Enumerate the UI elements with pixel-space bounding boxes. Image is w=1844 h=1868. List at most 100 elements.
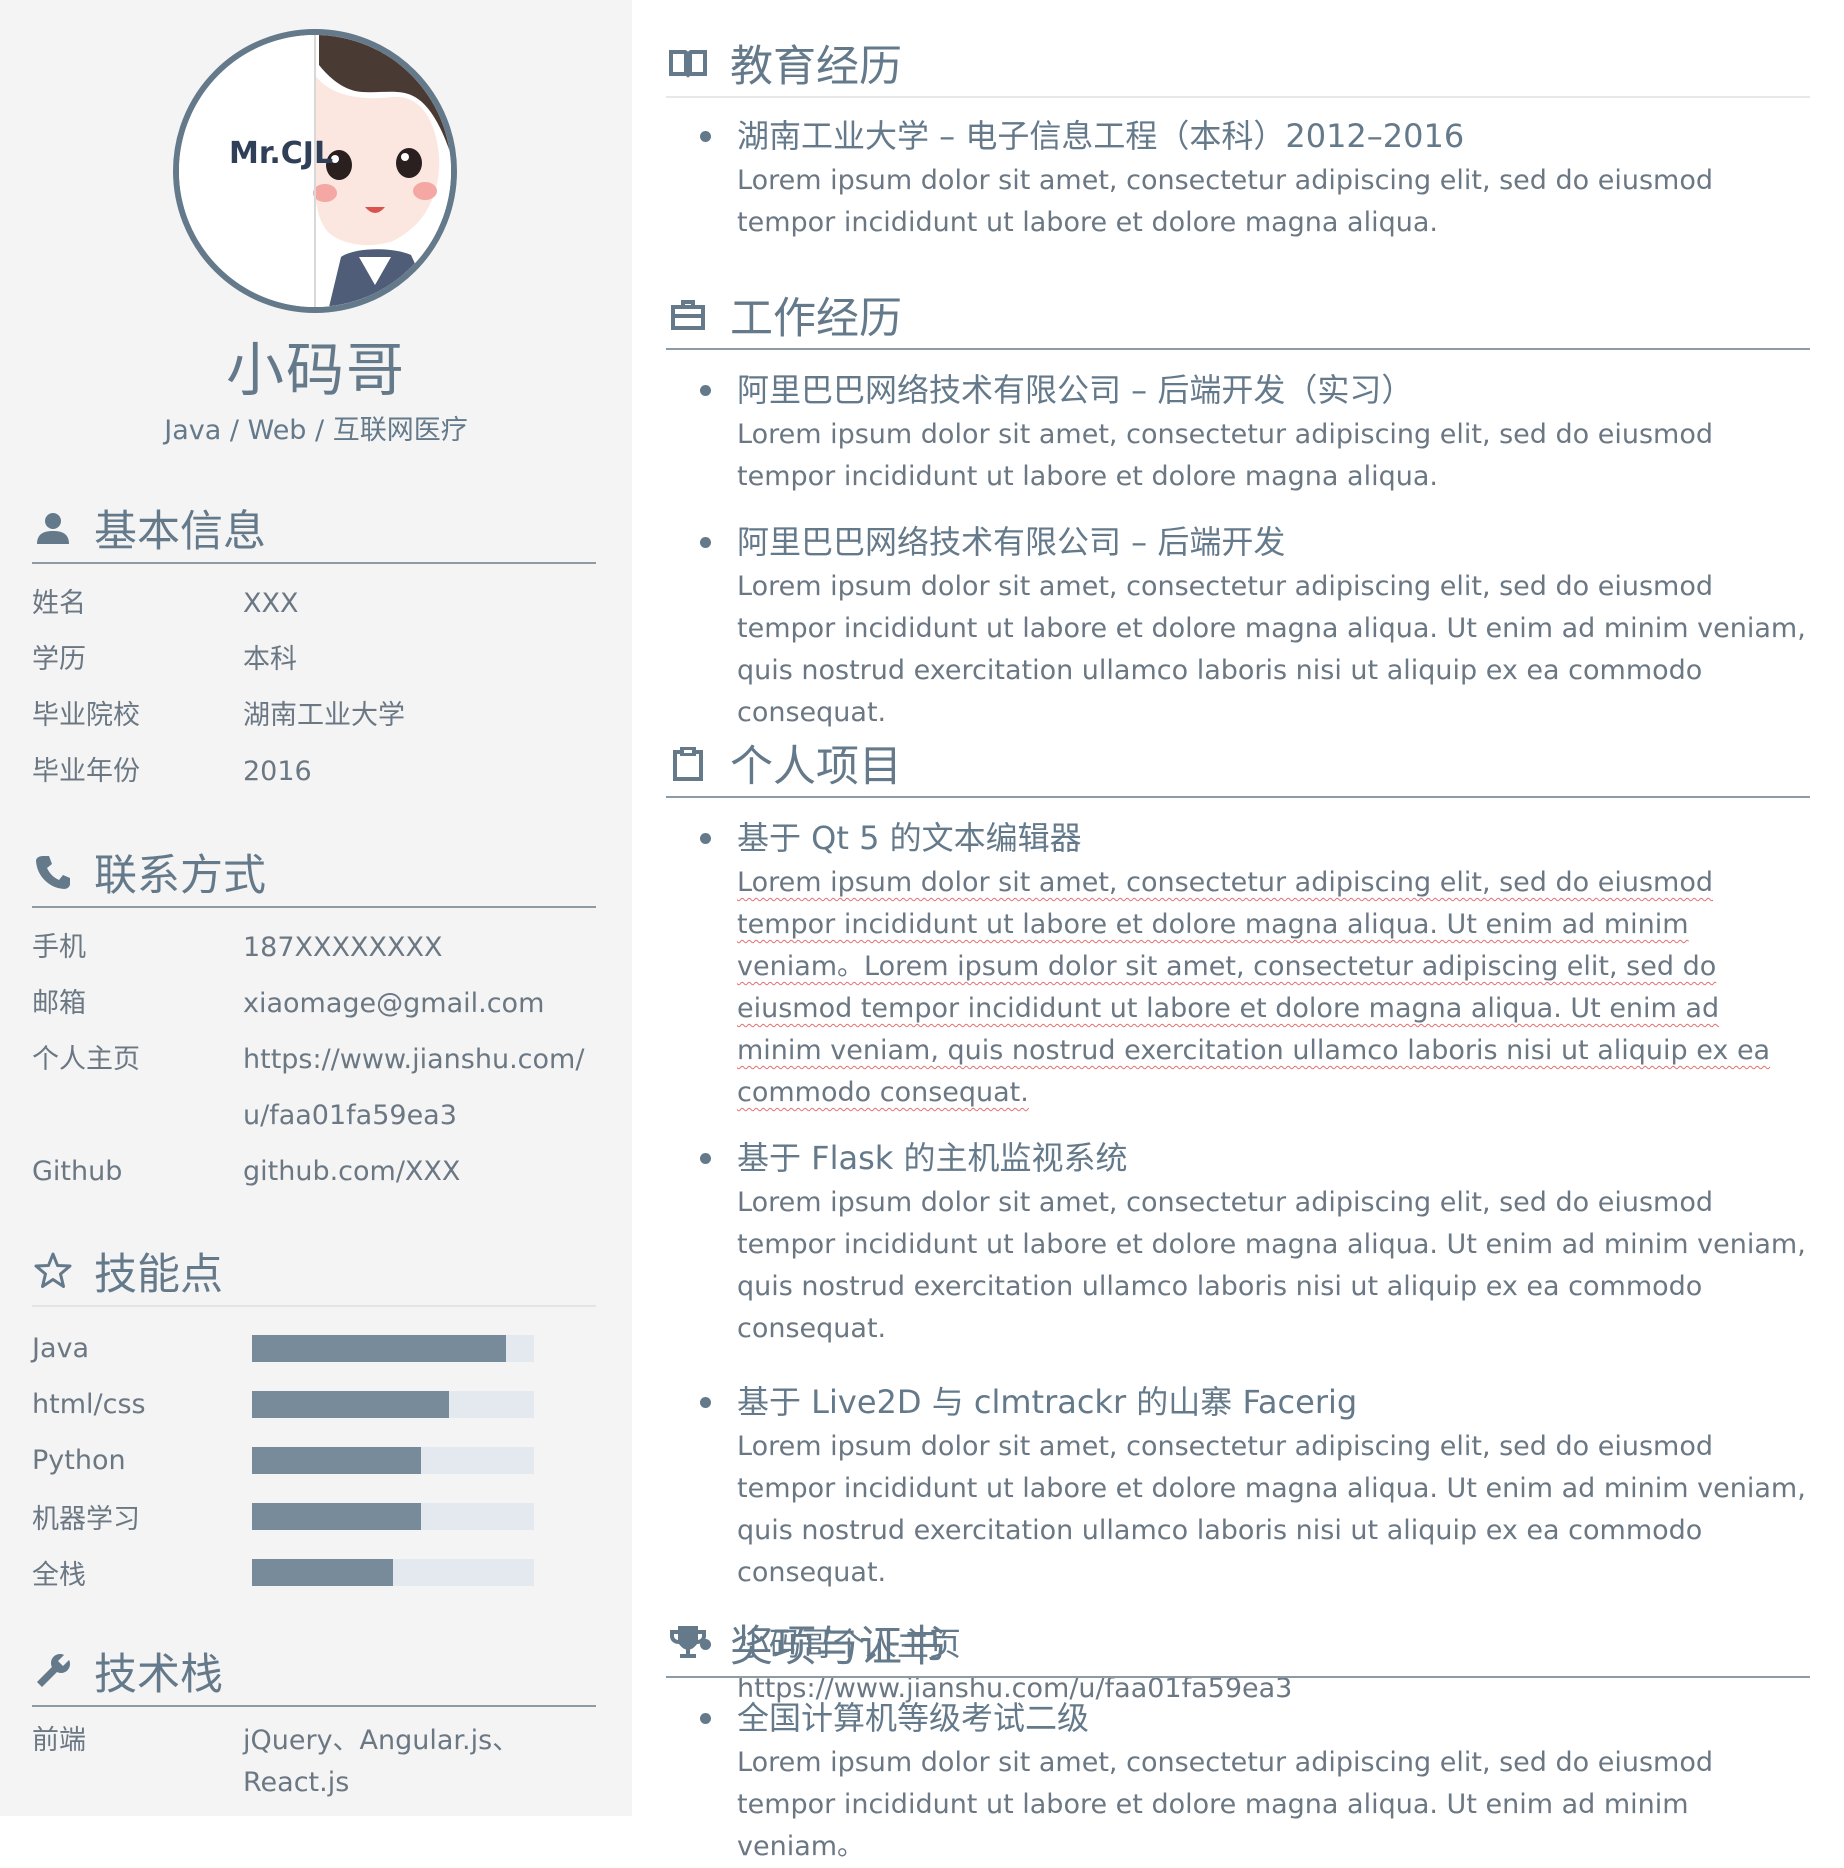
avatar-illustration: Mr.CJL bbox=[179, 35, 451, 307]
work-heading-text: 工作经历 bbox=[730, 294, 902, 344]
skill-name: Python bbox=[32, 1444, 126, 1476]
skill-bar-track bbox=[252, 1334, 534, 1362]
work-entry-desc: Lorem ipsum dolor sit amet, consectetur … bbox=[737, 419, 1714, 492]
basic-info-label: 毕业年份 bbox=[32, 756, 140, 787]
basic-info-value: XXX bbox=[243, 588, 299, 619]
contact-label: 邮箱 bbox=[32, 988, 86, 1019]
contact-heading: 联系方式 bbox=[32, 838, 596, 908]
contact-label: Github bbox=[32, 1156, 123, 1187]
project-entry-desc: Lorem ipsum dolor sit amet, consectetur … bbox=[737, 1431, 1806, 1588]
work-heading: 工作经历 bbox=[666, 282, 1810, 350]
basic-info-label: 姓名 bbox=[32, 588, 86, 619]
contact-row-phone: 手机 187XXXXXXXX bbox=[32, 920, 602, 976]
education-heading: 教育经历 bbox=[666, 30, 1810, 98]
basic-info-label: 学历 bbox=[32, 644, 86, 675]
briefcase-icon bbox=[666, 293, 710, 337]
skill-bar-fill bbox=[252, 1390, 450, 1418]
person-title: Java / Web / 互联网医疗 bbox=[164, 415, 468, 446]
skill-bar-track bbox=[252, 1446, 534, 1474]
star-outline-icon bbox=[32, 1250, 74, 1292]
award-entry: 全国计算机等级考试二级 Lorem ipsum dolor sit amet, … bbox=[666, 1694, 1810, 1868]
basic-info-heading: 基本信息 bbox=[32, 494, 596, 564]
bullet bbox=[700, 1153, 711, 1164]
homepage-link-continued[interactable]: u/faa01fa59ea3 bbox=[243, 1088, 602, 1144]
work-entry: 阿里巴巴网络技术有限公司 – 后端开发 Lorem ipsum dolor si… bbox=[666, 518, 1810, 734]
skill-name: html/css bbox=[32, 1388, 146, 1420]
project-entry: 基于 Qt 5 的文本编辑器 Lorem ipsum dolor sit ame… bbox=[666, 814, 1810, 1114]
bullet bbox=[700, 537, 711, 548]
work-entry-title: 阿里巴巴网络技术有限公司 – 后端开发（实习） bbox=[737, 371, 1414, 409]
skill-bar-track bbox=[252, 1502, 534, 1530]
work-entry-title: 阿里巴巴网络技术有限公司 – 后端开发 bbox=[737, 523, 1286, 561]
bullet bbox=[700, 131, 711, 142]
work-entry: 阿里巴巴网络技术有限公司 – 后端开发（实习） Lorem ipsum dolo… bbox=[666, 366, 1810, 498]
book-open-icon bbox=[666, 41, 710, 85]
basic-info-value: 湖南工业大学 bbox=[243, 700, 405, 731]
skills-heading: 技能点 bbox=[32, 1237, 596, 1307]
tech-stack-heading: 技术栈 bbox=[32, 1637, 596, 1707]
contact-row-homepage-cont: u/faa01fa59ea3 bbox=[32, 1088, 602, 1144]
projects-list: 基于 Qt 5 的文本编辑器 Lorem ipsum dolor sit ame… bbox=[666, 814, 1810, 1710]
contact-row-email: 邮箱 xiaomage@gmail.com bbox=[32, 976, 602, 1032]
project-entry: 基于 Flask 的主机监视系统 Lorem ipsum dolor sit a… bbox=[666, 1134, 1810, 1350]
project-entry-title: 基于 Qt 5 的文本编辑器 bbox=[737, 819, 1082, 857]
education-entry: 湖南工业大学 – 电子信息工程（本科）2012–2016 Lorem ipsum… bbox=[666, 112, 1810, 244]
bullet bbox=[700, 833, 711, 844]
email-link[interactable]: xiaomage@gmail.com bbox=[243, 976, 602, 1032]
skill-bar-fill bbox=[252, 1558, 393, 1586]
skill-row: Python bbox=[32, 1432, 552, 1488]
basic-info-row: 学历 本科 bbox=[32, 632, 602, 688]
education-heading-text: 教育经历 bbox=[730, 42, 902, 92]
skill-name: 机器学习 bbox=[32, 1503, 140, 1535]
tech-stack-row: 前端 jQuery、Angular.js、React.js bbox=[32, 1720, 602, 1804]
award-entry-desc: Lorem ipsum dolor sit amet, consectetur … bbox=[737, 1747, 1714, 1862]
project-entry: 基于 Live2D 与 clmtrackr 的山寨 Facerig Lorem … bbox=[666, 1378, 1810, 1594]
basic-info-value: 2016 bbox=[243, 756, 312, 787]
user-icon bbox=[32, 507, 74, 549]
basic-info-row: 姓名 XXX bbox=[32, 576, 602, 632]
homepage-link[interactable]: https://www.jianshu.com/ bbox=[243, 1032, 602, 1088]
wrench-icon bbox=[32, 1650, 74, 1692]
projects-heading-text: 个人项目 bbox=[730, 742, 902, 792]
awards-heading: 奖项与证书 bbox=[666, 1610, 1810, 1678]
skill-bar-fill bbox=[252, 1446, 422, 1474]
github-link[interactable]: github.com/XXX bbox=[243, 1144, 602, 1200]
skills-list: Java html/css Python 机器学习 全栈 bbox=[32, 1320, 552, 1600]
sidebar: Mr.CJL 小码哥 Java / Web / 互联网医疗 基本信息 姓名 XXX… bbox=[0, 0, 632, 1816]
tech-stack-heading-text: 技术栈 bbox=[94, 1650, 223, 1700]
phone-icon bbox=[32, 851, 74, 893]
skill-bar-fill bbox=[252, 1334, 506, 1362]
education-list: 湖南工业大学 – 电子信息工程（本科）2012–2016 Lorem ipsum… bbox=[666, 112, 1810, 244]
skill-row: Java bbox=[32, 1320, 552, 1376]
awards-heading-text: 奖项与证书 bbox=[730, 1622, 945, 1672]
bullet bbox=[700, 1713, 711, 1724]
tech-stack-label: 前端 bbox=[32, 1725, 86, 1756]
skill-bar-fill bbox=[252, 1502, 422, 1530]
avatar-text: Mr.CJL bbox=[229, 136, 333, 171]
awards-list: 全国计算机等级考试二级 Lorem ipsum dolor sit amet, … bbox=[666, 1694, 1810, 1868]
skill-bar-track bbox=[252, 1558, 534, 1586]
project-entry-title: 基于 Live2D 与 clmtrackr 的山寨 Facerig bbox=[737, 1383, 1358, 1421]
basic-info-value: 本科 bbox=[243, 644, 297, 675]
basic-info-row: 毕业院校 湖南工业大学 bbox=[32, 688, 602, 744]
clipboard-icon bbox=[666, 741, 710, 785]
bullet bbox=[700, 385, 711, 396]
work-list: 阿里巴巴网络技术有限公司 – 后端开发（实习） Lorem ipsum dolo… bbox=[666, 366, 1810, 734]
project-entry-desc: Lorem ipsum dolor sit amet, consectetur … bbox=[737, 1187, 1806, 1344]
basic-info-list: 姓名 XXX 学历 本科 毕业院校 湖南工业大学 毕业年份 2016 bbox=[32, 576, 602, 800]
skill-name: Java bbox=[32, 1332, 90, 1364]
contact-label: 手机 bbox=[32, 932, 86, 963]
skill-row: 全栈 bbox=[32, 1544, 552, 1600]
tech-stack-value: jQuery、Angular.js、React.js bbox=[243, 1725, 520, 1798]
contact-list: 手机 187XXXXXXXX 邮箱 xiaomage@gmail.com 个人主页 h… bbox=[32, 920, 602, 1200]
project-entry-title: 基于 Flask 的主机监视系统 bbox=[737, 1139, 1128, 1177]
education-entry-desc: Lorem ipsum dolor sit amet, consectetur … bbox=[737, 165, 1714, 238]
bullet bbox=[700, 1397, 711, 1408]
contact-row-github: Github github.com/XXX bbox=[32, 1144, 602, 1200]
award-entry-title: 全国计算机等级考试二级 bbox=[737, 1699, 1090, 1737]
project-entry-desc: Lorem ipsum dolor sit amet, consectetur … bbox=[737, 867, 1771, 1108]
contact-heading-text: 联系方式 bbox=[94, 851, 266, 901]
basic-info-heading-text: 基本信息 bbox=[94, 507, 266, 557]
basic-info-row: 毕业年份 2016 bbox=[32, 744, 602, 800]
skill-row: html/css bbox=[32, 1376, 552, 1432]
